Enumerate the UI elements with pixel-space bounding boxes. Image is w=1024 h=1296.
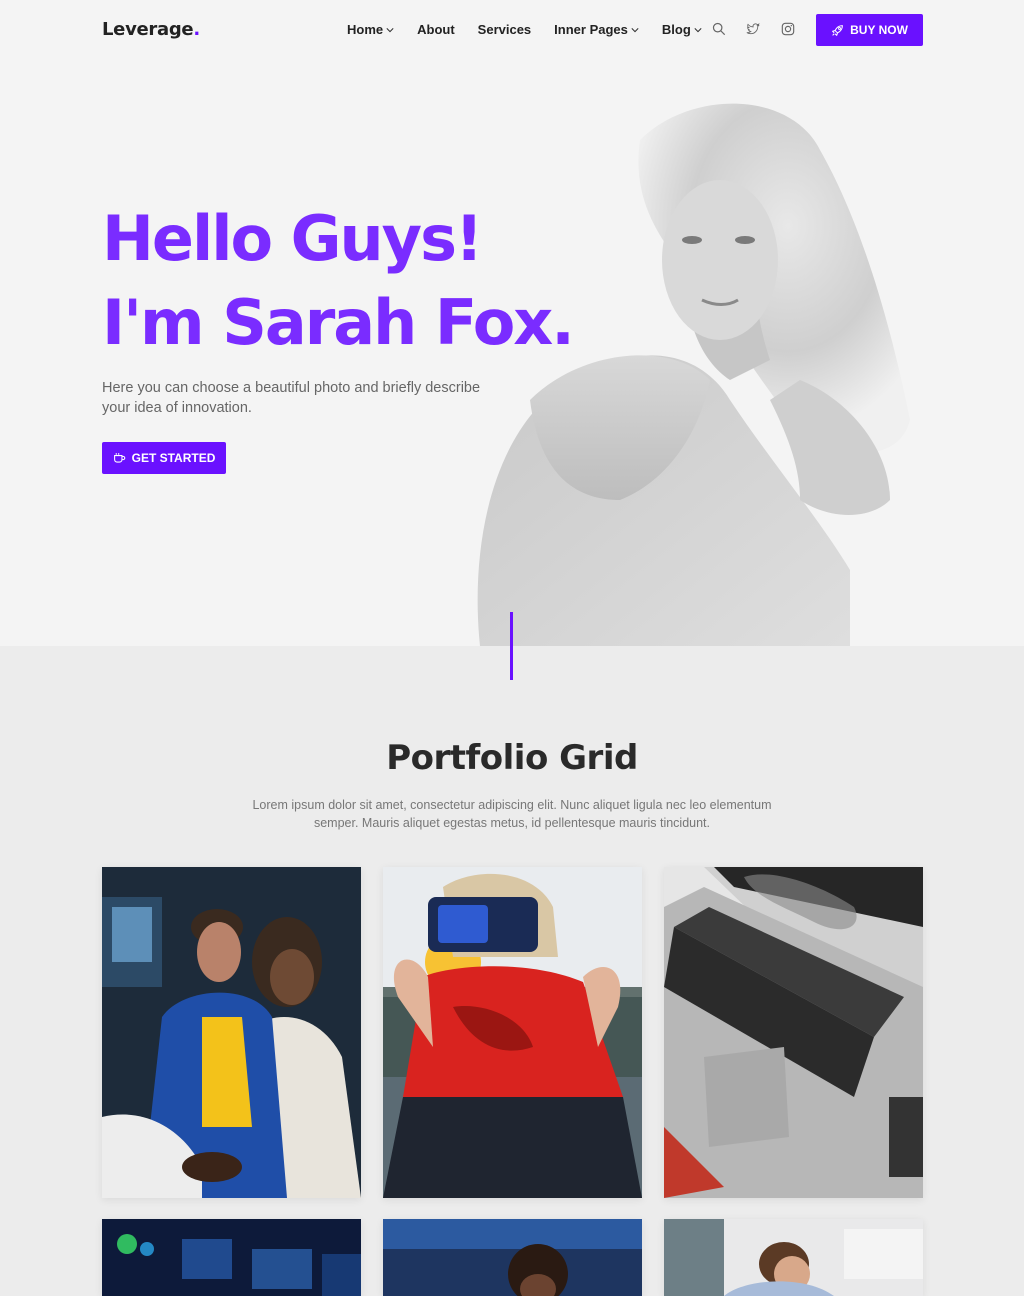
hero-portrait-image [477, 103, 910, 646]
menu-item-label: Blog [661, 22, 691, 37]
rocket-icon [832, 24, 844, 36]
vr-headset-image [383, 867, 642, 1198]
portfolio-item-laptop-sketch[interactable] [664, 867, 923, 1198]
coffee-cup-icon [113, 453, 125, 463]
server-lights-image [102, 1219, 361, 1296]
woman-portrait-image [383, 1219, 642, 1296]
search-icon[interactable] [712, 22, 726, 36]
instagram-icon[interactable] [781, 22, 795, 36]
logo-text: Leverage [102, 19, 194, 40]
portfolio-item-office-team[interactable] [102, 867, 361, 1198]
portfolio-item-server-lights[interactable] [102, 1219, 361, 1296]
menu-item-blog[interactable]: Blog [662, 22, 702, 37]
office-team-image [102, 867, 361, 1198]
portfolio-item-vr-headset[interactable] [383, 867, 642, 1198]
chevron-down-icon [386, 27, 394, 32]
portfolio-item-woman-portrait[interactable] [383, 1219, 642, 1296]
menu-item-label: Home [347, 22, 384, 37]
hero-heading-line2: I'm Sarah Fox. [102, 286, 575, 359]
logo-dot: . [193, 19, 200, 40]
hero-section: Hello Guys! I'm Sarah Fox. Here you can … [0, 60, 1024, 646]
twitter-icon[interactable] [746, 22, 760, 36]
main-menu: Home About Services Inner Pages Blog [347, 22, 725, 37]
get-started-label: GET STARTED [131, 451, 216, 465]
menu-item-label: Inner Pages [554, 22, 628, 37]
menu-item-services[interactable]: Services [478, 22, 532, 37]
logo[interactable]: Leverage. [102, 19, 200, 40]
menu-item-home[interactable]: Home [347, 22, 394, 37]
laptop-sketch-image [664, 867, 923, 1198]
menu-item-inner-pages[interactable]: Inner Pages [554, 22, 639, 37]
chevron-down-icon [631, 27, 639, 32]
buy-now-label: BUY NOW [850, 23, 908, 37]
section-divider-line [510, 612, 513, 680]
get-started-button[interactable]: GET STARTED [102, 442, 226, 474]
top-nav: Leverage. Home About Services Inner Page… [0, 0, 1024, 60]
man-working-image [664, 1219, 923, 1296]
menu-item-label: About [417, 22, 455, 37]
hero-description: Here you can choose a beautiful photo an… [102, 380, 481, 416]
portfolio-item-man-working[interactable] [664, 1219, 923, 1296]
menu-item-label: Services [477, 22, 532, 37]
portfolio-title: Portfolio Grid [386, 738, 638, 778]
buy-now-button[interactable]: BUY NOW [816, 14, 923, 46]
portfolio-description: Lorem ipsum dolor sit amet, consectetur … [252, 798, 772, 830]
menu-item-about[interactable]: About [417, 22, 455, 37]
hero-heading-line1: Hello Guys! [102, 202, 483, 275]
chevron-down-icon [694, 27, 702, 32]
